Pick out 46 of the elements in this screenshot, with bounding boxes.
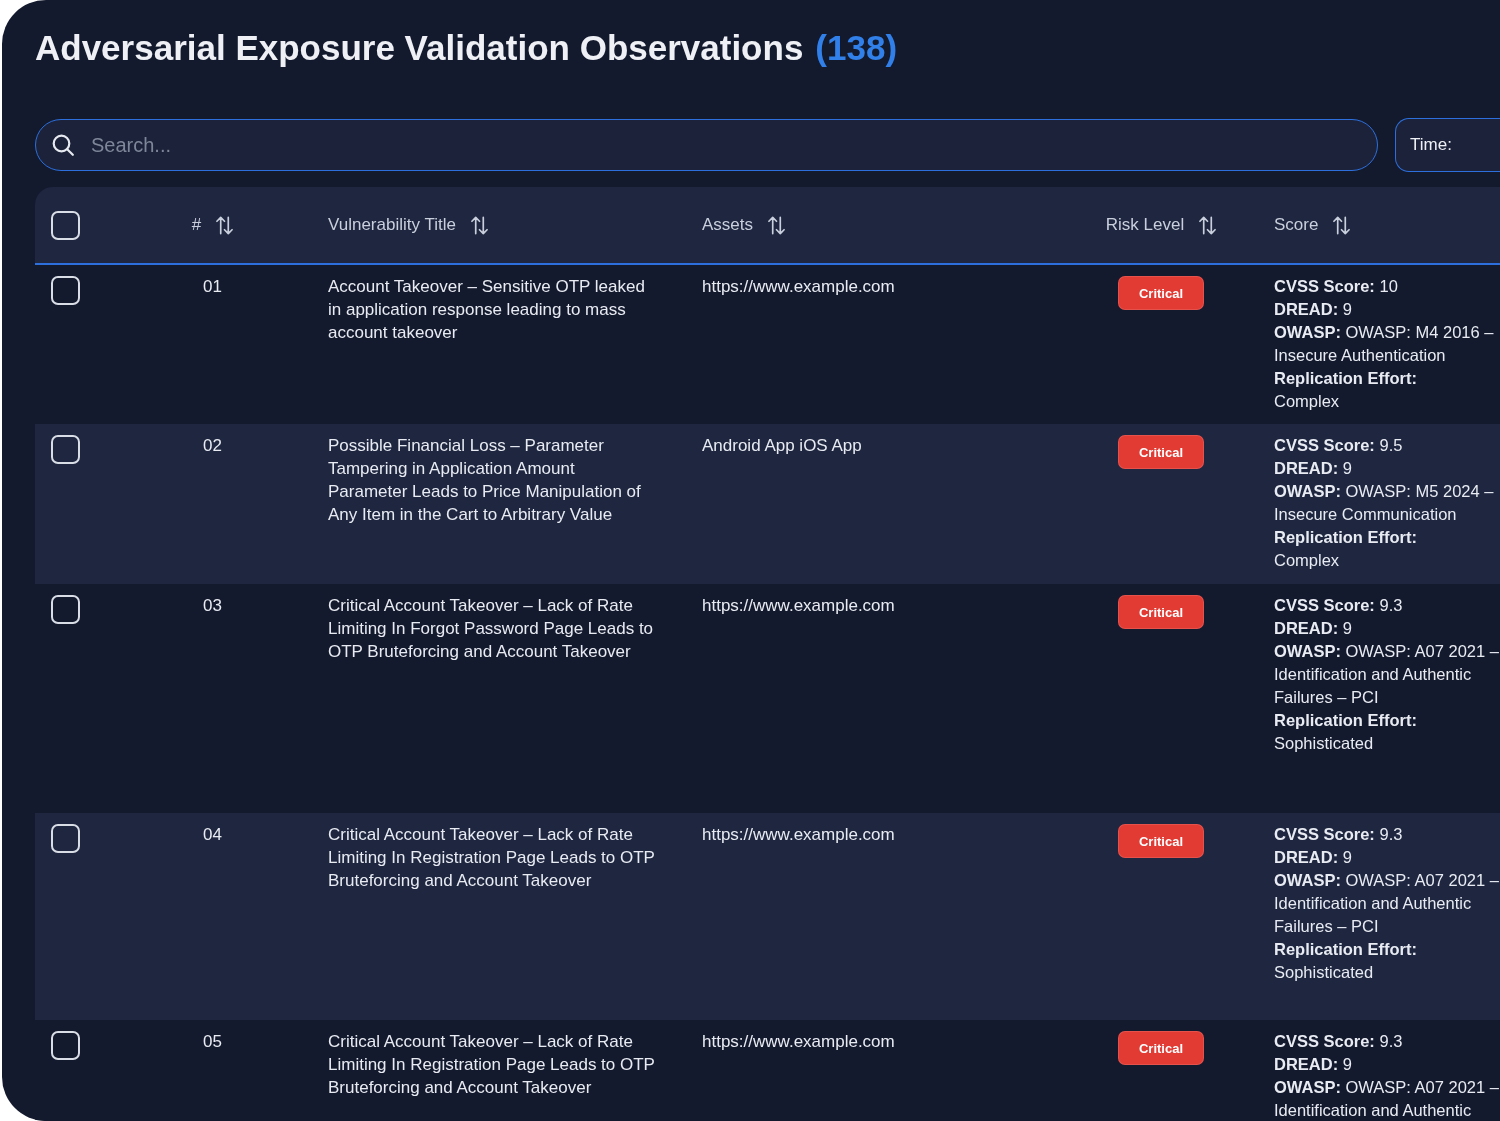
sort-icon xyxy=(470,215,488,235)
score-details: CVSS Score: 9.5 DREAD: 9 OWASP: OWASP: M5 2024 – Insecure Communication Replication Effort: Complex xyxy=(1274,435,1495,571)
asset-text: https://www.example.com xyxy=(702,1032,895,1051)
sort-icon xyxy=(216,215,234,235)
row-number: 05 xyxy=(203,1031,222,1053)
row-number: 03 xyxy=(203,595,222,617)
score-details: CVSS Score: 9.3 DREAD: 9 OWASP: OWASP: A07 2021 – Identification and Authentic Failures – PCI Replication Effort: Sophisticated xyxy=(1274,595,1500,754)
vulnerability-title: Critical Account Takeover – Lack of Rate Limiting In Registration Page Leads to OTP Bruteforcing and Account Takeover xyxy=(328,824,656,892)
sort-icon xyxy=(768,215,786,235)
row-checkbox[interactable] xyxy=(51,1031,80,1060)
row-number: 01 xyxy=(203,276,222,298)
column-header[interactable]: Assets xyxy=(702,214,786,236)
row-number: 04 xyxy=(203,824,222,846)
risk-badge: Critical xyxy=(1118,276,1204,310)
row-checkbox[interactable] xyxy=(51,276,80,305)
risk-badge: Critical xyxy=(1118,595,1204,629)
search-field[interactable]: Search... xyxy=(35,119,1378,171)
sort-icon xyxy=(1199,215,1217,235)
page-title: Adversarial Exposure Validation Observations xyxy=(35,27,804,69)
item-count: (138) xyxy=(815,27,898,69)
search-icon xyxy=(52,134,74,156)
row-checkbox[interactable] xyxy=(51,824,80,853)
time-filter-field[interactable]: Time: xyxy=(1395,118,1500,172)
vulnerability-title: Account Takeover – Sensitive OTP leaked in application response leading to mass account takeover xyxy=(328,276,646,344)
column-header[interactable]: # xyxy=(191,214,234,236)
column-header[interactable]: Score xyxy=(1274,214,1351,236)
column-header[interactable]: Vulnerability Title xyxy=(328,214,488,236)
row-number: 02 xyxy=(203,435,222,457)
vulnerability-title: Critical Account Takeover – Lack of Rate Limiting In Forgot Password Page Leads to OTP Bruteforcing and Account Takeover xyxy=(328,595,655,663)
score-details: CVSS Score: 9.3 DREAD: 9 OWASP: OWASP: A07 2021 – Identification and Authentic Failures – PCI Replication Effort: Sophisticated xyxy=(1274,824,1500,983)
row-checkbox[interactable] xyxy=(51,435,80,464)
asset-text: Android App iOS App xyxy=(702,436,862,455)
asset-text: https://www.example.com xyxy=(702,277,895,296)
select-all-checkbox[interactable] xyxy=(51,210,80,240)
asset-text: https://www.example.com xyxy=(702,825,895,844)
column-header[interactable]: Risk Level xyxy=(1105,214,1217,236)
score-details: CVSS Score: 9.3 DREAD: 9 OWASP: OWASP: A07 2021 – Identification and Authentic xyxy=(1274,1031,1500,1121)
row-checkbox[interactable] xyxy=(51,595,80,624)
vulnerability-title: Critical Account Takeover – Lack of Rate Limiting In Registration Page Leads to OTP Bruteforcing and Account Takeover xyxy=(328,1031,656,1099)
asset-text: https://www.example.com xyxy=(702,596,895,615)
sort-icon xyxy=(1333,215,1351,235)
vulnerability-title: Possible Financial Loss – Parameter Tampering in Application Amount Parameter Leads to Price Manipulation of Any Item in the Cart to Arbitrary Value xyxy=(328,435,642,526)
score-details: CVSS Score: 10 DREAD: 9 OWASP: OWASP: M4 2016 – Insecure Authentication Replication Effort: Complex xyxy=(1274,276,1495,412)
risk-badge: Critical xyxy=(1118,435,1204,469)
risk-badge: Critical xyxy=(1118,1031,1204,1065)
risk-badge: Critical xyxy=(1118,824,1204,858)
